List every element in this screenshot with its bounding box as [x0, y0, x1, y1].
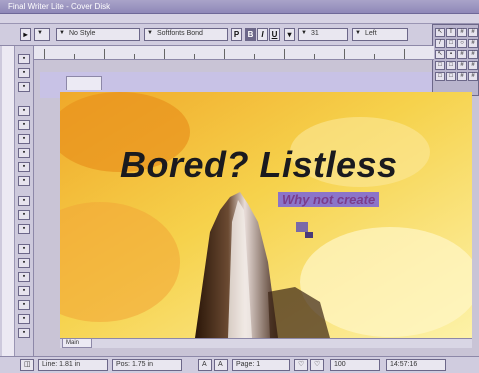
ruler-tick: [254, 54, 255, 59]
box-icon[interactable]: □: [446, 61, 456, 70]
master-tab[interactable]: Main: [62, 338, 92, 348]
window-title-bar[interactable]: Final Writer Lite - Cover Disk: [0, 0, 479, 14]
tool-palette: ↖ T # # / □ ○ # ↖ ▪ # # □ □ # # □ □ # #: [432, 24, 479, 96]
master-page-bar: Main: [60, 338, 472, 348]
tool-button[interactable]: ▪: [18, 224, 30, 234]
italic-button[interactable]: I: [257, 28, 268, 41]
ruler-tick: [224, 49, 225, 59]
box-icon[interactable]: □: [435, 61, 445, 70]
ruler-tick: [404, 49, 405, 59]
grid-icon[interactable]: #: [457, 61, 467, 70]
tool-button[interactable]: ▪: [18, 120, 30, 130]
tool-button[interactable]: ▪: [18, 328, 30, 338]
ruler-tick: [284, 49, 285, 59]
tool-button[interactable]: ▪: [18, 148, 30, 158]
tool-button[interactable]: ▪: [18, 82, 30, 92]
text-icon[interactable]: T: [446, 28, 456, 37]
ruler-tick: [194, 54, 195, 59]
status-pos: Pos: 1.75 in: [112, 359, 182, 371]
ruler-tick: [374, 54, 375, 59]
pointer-icon[interactable]: ↖: [435, 50, 445, 59]
tool-button[interactable]: ▪: [18, 314, 30, 324]
tool-button[interactable]: ▪: [18, 244, 30, 254]
tool-button[interactable]: ▪: [18, 196, 30, 206]
ruler-tick: [164, 49, 165, 59]
plain-button[interactable]: P: [231, 28, 242, 41]
chevron-down-icon: ▼: [147, 30, 153, 36]
style-select-value: No Style: [69, 30, 96, 37]
grid-icon[interactable]: #: [468, 28, 478, 37]
ruler-tick: [44, 49, 45, 59]
zoom-out-icon[interactable]: ♡: [310, 359, 324, 371]
align-select[interactable]: ▼ Left: [352, 28, 408, 41]
status-page: Page: 1: [232, 359, 290, 371]
status-icon[interactable]: ◫: [20, 359, 34, 371]
tool-button[interactable]: ▪: [18, 210, 30, 220]
style-select[interactable]: ▼ No Style: [56, 28, 140, 41]
line-icon[interactable]: /: [435, 39, 445, 48]
size-arrow-button[interactable]: ▾: [284, 28, 295, 41]
subtext-selected[interactable]: Why not create: [278, 192, 380, 207]
size-select-value: 31: [311, 30, 319, 37]
ruler-tick: [134, 54, 135, 59]
document-canvas[interactable]: Bored? Listless Why not create: [60, 92, 472, 338]
tool-button[interactable]: ▪: [18, 106, 30, 116]
document-tab[interactable]: [66, 76, 102, 90]
grid-icon[interactable]: #: [468, 61, 478, 70]
headline-text[interactable]: Bored? Listless: [120, 144, 398, 186]
grid-icon[interactable]: #: [457, 72, 467, 81]
box-icon[interactable]: □: [446, 39, 456, 48]
chevron-down-icon: ▼: [301, 30, 307, 36]
tool-button[interactable]: ▪: [18, 286, 30, 296]
left-toolbox: ▪ ▪ ▪ ▪ ▪ ▪ ▪ ▪ ▪ ▪ ▪ ▪ ▪ ▪ ▪ ▪ ▪ ▪ ▪: [0, 46, 34, 356]
vertical-ruler[interactable]: [2, 46, 15, 356]
tool-button[interactable]: ▪: [18, 176, 30, 186]
box-icon[interactable]: □: [446, 72, 456, 81]
underline-button[interactable]: U: [269, 28, 280, 41]
status-time: 14:57:16: [386, 359, 446, 371]
menu-bar[interactable]: [0, 14, 479, 24]
oval-icon[interactable]: ○: [457, 39, 467, 48]
toolbar-menu-button[interactable]: ▸: [20, 28, 31, 41]
status-zoom: 100: [330, 359, 380, 371]
ruler-tick: [104, 49, 105, 59]
chevron-down-icon: ▼: [355, 30, 361, 36]
grid-icon[interactable]: #: [468, 72, 478, 81]
size-select[interactable]: ▼ 31: [298, 28, 348, 41]
box-icon[interactable]: ▪: [446, 50, 456, 59]
box-icon[interactable]: □: [435, 72, 445, 81]
zoom-in-icon[interactable]: ♡: [294, 359, 308, 371]
ruler-tick: [344, 49, 345, 59]
status-line: Line: 1.81 in: [38, 359, 108, 371]
toolbar-dropdown[interactable]: ▼: [34, 28, 50, 41]
ruler-tick: [314, 54, 315, 59]
format-toolbar: ▸ ▼ ▼ No Style ▼ Softfonts Bond P B I U …: [0, 24, 479, 46]
grid-icon[interactable]: #: [468, 39, 478, 48]
status-bar: ◫ Line: 1.81 in Pos: 1.75 in A A Page: 1…: [0, 356, 479, 373]
tool-button[interactable]: ▪: [18, 134, 30, 144]
cover-artwork: [60, 92, 472, 338]
font-select-value: Softfonts Bond: [157, 30, 203, 37]
page-up-icon[interactable]: A: [198, 359, 212, 371]
grid-icon[interactable]: #: [457, 50, 467, 59]
chevron-down-icon: ▼: [37, 30, 43, 36]
bold-button[interactable]: B: [245, 28, 256, 41]
tool-button[interactable]: ▪: [18, 300, 30, 310]
tool-button[interactable]: ▪: [18, 258, 30, 268]
window-title: Final Writer Lite - Cover Disk: [8, 2, 111, 11]
tool-button[interactable]: ▪: [18, 68, 30, 78]
page-down-icon[interactable]: A: [214, 359, 228, 371]
ruler-tick: [74, 54, 75, 59]
grid-icon[interactable]: #: [457, 28, 467, 37]
horizontal-ruler[interactable]: [34, 46, 434, 60]
chevron-down-icon: ▼: [59, 30, 65, 36]
pointer-icon[interactable]: ↖: [435, 28, 445, 37]
align-select-value: Left: [365, 30, 377, 37]
tool-button[interactable]: ▪: [18, 54, 30, 64]
font-select[interactable]: ▼ Softfonts Bond: [144, 28, 228, 41]
grid-icon[interactable]: #: [468, 50, 478, 59]
tool-button[interactable]: ▪: [18, 162, 30, 172]
tool-button[interactable]: ▪: [18, 272, 30, 282]
